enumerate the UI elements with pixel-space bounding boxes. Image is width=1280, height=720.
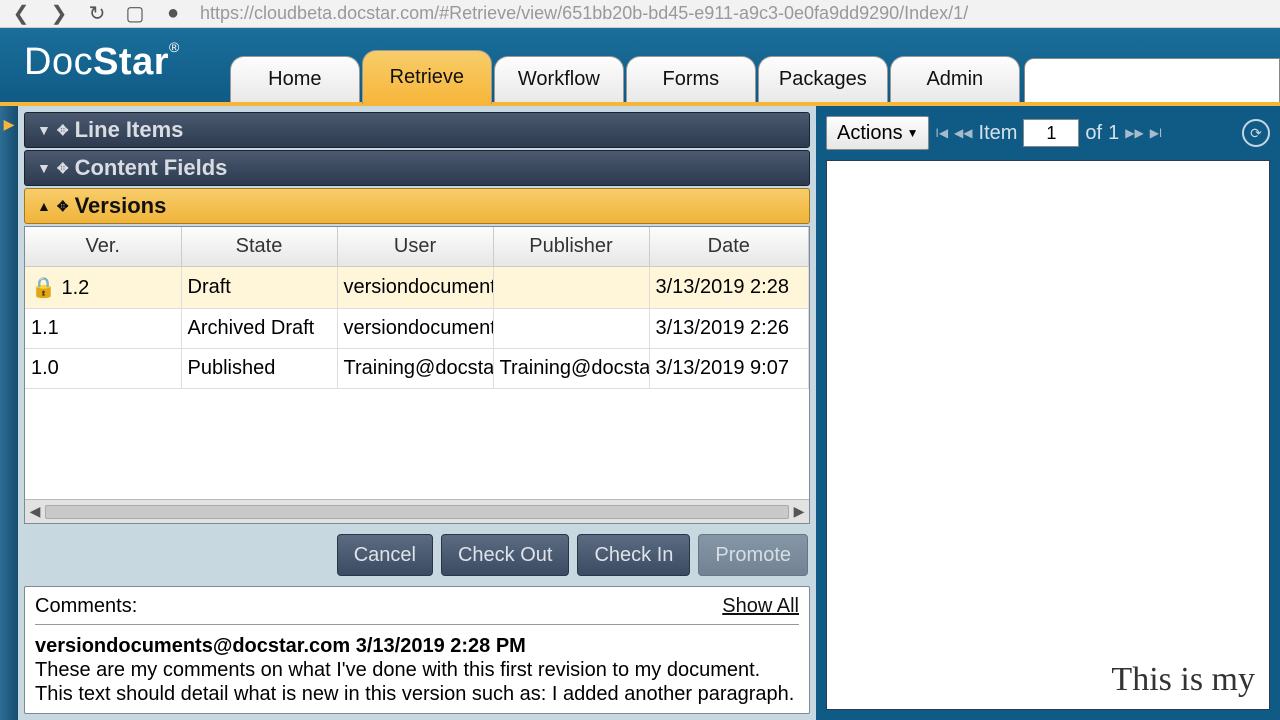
comment-timestamp: 3/13/2019 2:28 PM [356, 635, 526, 657]
column-header[interactable]: Publisher [493, 227, 649, 267]
scroll-right-icon[interactable]: ▶ [789, 503, 809, 520]
table-cell: 🔒 1.2 [25, 267, 181, 309]
table-cell: Published [181, 349, 337, 389]
move-icon: ✥ [57, 198, 69, 215]
chevron-down-icon: ▼ [37, 122, 51, 138]
chevron-up-icon: ▲ [37, 198, 51, 214]
section-versions[interactable]: ▲ ✥ Versions [24, 188, 810, 224]
section-line-items-label: Line Items [75, 117, 184, 143]
logo-part2: Star [93, 41, 169, 83]
column-header[interactable]: Ver. [25, 227, 181, 267]
document-preview[interactable]: This is my [826, 160, 1270, 710]
left-collapse-handle[interactable]: ▶ [0, 106, 18, 720]
chevron-down-icon: ▼ [37, 160, 51, 176]
first-page-icon[interactable]: I◀ [935, 126, 948, 140]
table-hscroll[interactable]: ◀ ▶ [25, 499, 809, 523]
left-panel: ▼ ✥ Line Items ▼ ✥ Content Fields ▲ ✥ Ve… [18, 106, 816, 720]
url-text: https://cloudbeta.docstar.com/#Retrieve/… [200, 3, 1270, 24]
column-header[interactable]: Date [649, 227, 809, 267]
table-header-row: Ver.StateUserPublisherDate [25, 227, 809, 267]
comments-label: Comments: [35, 595, 137, 617]
last-page-icon[interactable]: ▶I [1150, 126, 1163, 140]
table-cell: 3/13/2019 9:07 [649, 349, 809, 389]
tab-workflow[interactable]: Workflow [494, 56, 624, 102]
app-header: DocStar® HomeRetrieveWorkflowFormsPackag… [0, 28, 1280, 106]
table-cell: versiondocument [337, 267, 493, 309]
tabs-icon[interactable]: ▢ [124, 1, 146, 26]
move-icon: ✥ [57, 160, 69, 177]
viewer-toolbar: Actions ▼ I◀ ◀◀ Item of 1 ▶▶ ▶I ⟳ [826, 116, 1270, 150]
actions-label: Actions [837, 122, 903, 145]
chevron-down-icon: ▼ [907, 126, 919, 140]
back-icon[interactable]: ❮ [10, 1, 32, 26]
item-index-input[interactable] [1023, 119, 1079, 147]
tab-forms[interactable]: Forms [626, 56, 756, 102]
section-content-fields-label: Content Fields [75, 155, 228, 181]
table-cell [493, 309, 649, 349]
checkout-button[interactable]: Check Out [441, 534, 569, 576]
table-cell: versiondocument [337, 309, 493, 349]
refresh-button[interactable]: ⟳ [1242, 119, 1270, 147]
table-row[interactable]: 🔒 1.2Draftversiondocument 3/13/2019 2:28 [25, 267, 809, 309]
logo: DocStar® [24, 39, 180, 102]
column-header[interactable]: State [181, 227, 337, 267]
comments-panel: Comments: Show All versiondocuments@docs… [24, 586, 810, 714]
table-cell: 1.0 [25, 349, 181, 389]
scroll-left-icon[interactable]: ◀ [25, 503, 45, 520]
doc-text-snippet: This is my [1111, 661, 1255, 699]
reload-icon[interactable]: ↻ [86, 1, 108, 26]
actions-dropdown[interactable]: Actions ▼ [826, 116, 929, 150]
viewer-panel: Actions ▼ I◀ ◀◀ Item of 1 ▶▶ ▶I ⟳ This i… [816, 106, 1280, 720]
section-line-items[interactable]: ▼ ✥ Line Items [24, 112, 810, 148]
comment-author: versiondocuments@docstar.com [35, 635, 350, 657]
versions-table: Ver.StateUserPublisherDate 🔒 1.2Draftver… [25, 227, 809, 389]
section-versions-label: Versions [75, 193, 167, 219]
search-box[interactable] [1024, 58, 1280, 102]
pager-total: 1 [1108, 122, 1119, 145]
app-body: ▶ ▼ ✥ Line Items ▼ ✥ Content Fields ▲ ✥ … [0, 106, 1280, 720]
tab-packages[interactable]: Packages [758, 56, 888, 102]
prev-page-icon[interactable]: ◀◀ [954, 126, 972, 140]
tab-admin[interactable]: Admin [890, 56, 1020, 102]
versions-panel: Ver.StateUserPublisherDate 🔒 1.2Draftver… [24, 226, 810, 524]
scroll-track[interactable] [45, 505, 789, 519]
table-row[interactable]: 1.0PublishedTraining@docstaTraining@docs… [25, 349, 809, 389]
column-header[interactable]: User [337, 227, 493, 267]
tab-retrieve[interactable]: Retrieve [362, 50, 492, 104]
show-all-link[interactable]: Show All [722, 595, 799, 618]
tab-home[interactable]: Home [230, 56, 360, 102]
logo-part1: Doc [24, 41, 93, 83]
logo-reg: ® [169, 39, 180, 55]
promote-button[interactable]: Promote [698, 534, 808, 576]
table-cell: Draft [181, 267, 337, 309]
cancel-button[interactable]: Cancel [337, 534, 433, 576]
item-pager: I◀ ◀◀ Item of 1 ▶▶ ▶I [935, 119, 1162, 147]
forward-icon[interactable]: ❯ [48, 1, 70, 26]
pager-of-label: of [1085, 122, 1102, 145]
table-cell: Training@docsta [493, 349, 649, 389]
table-row[interactable]: 1.1Archived Draftversiondocument 3/13/201… [25, 309, 809, 349]
section-content-fields[interactable]: ▼ ✥ Content Fields [24, 150, 810, 186]
table-cell: Training@docsta [337, 349, 493, 389]
comment-body: These are my comments on what I've done … [35, 658, 799, 706]
comment-header: versiondocuments@docstar.com 3/13/2019 2… [35, 635, 799, 658]
table-cell: Archived Draft [181, 309, 337, 349]
ssl-icon: ● [162, 2, 184, 25]
table-cell: 3/13/2019 2:28 [649, 267, 809, 309]
table-cell [493, 267, 649, 309]
next-page-icon[interactable]: ▶▶ [1125, 126, 1143, 140]
checkin-button[interactable]: Check In [577, 534, 690, 576]
table-cell: 1.1 [25, 309, 181, 349]
browser-toolbar: ❮ ❯ ↻ ▢ ● https://cloudbeta.docstar.com/… [0, 0, 1280, 28]
main-nav: HomeRetrieveWorkflowFormsPackagesAdmin [230, 50, 1022, 102]
table-cell: 3/13/2019 2:26 [649, 309, 809, 349]
pager-item-label: Item [979, 122, 1018, 145]
version-button-row: Cancel Check Out Check In Promote [24, 526, 810, 584]
move-icon: ✥ [57, 122, 69, 139]
